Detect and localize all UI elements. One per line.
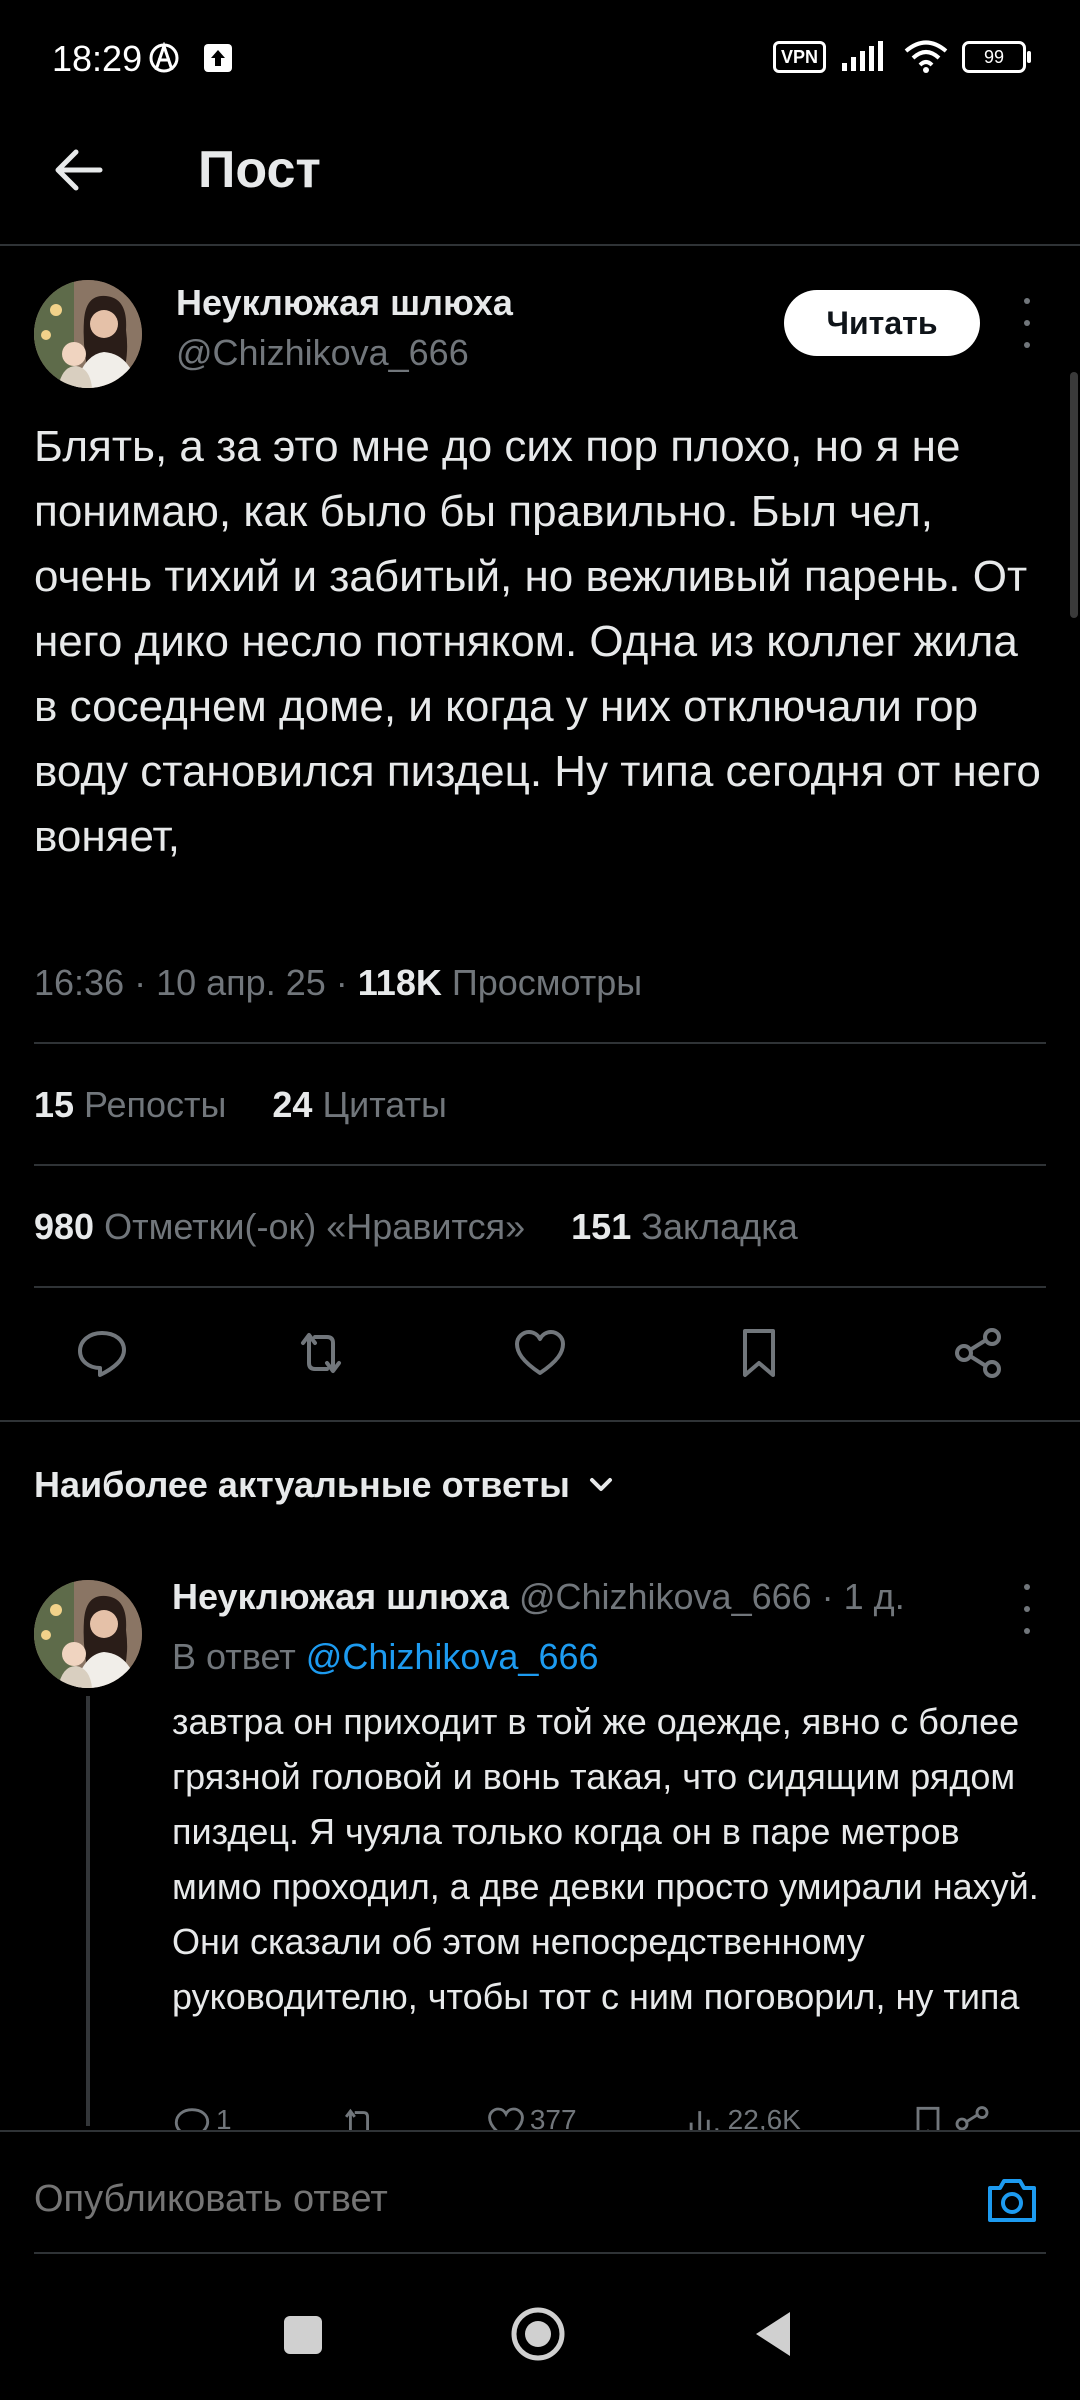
author-handle[interactable]: @Chizhikova_666 — [176, 332, 469, 374]
post-meta: 16:36 · 10 апр. 25 · 118K Просмотры — [34, 962, 643, 1003]
upload-notification-icon — [204, 44, 232, 72]
reply-reply-action[interactable]: 1 — [172, 2104, 232, 2130]
reply-replies-count: 1 — [216, 2104, 232, 2130]
reply-bookmark-action[interactable] — [908, 2104, 992, 2130]
quotes-label[interactable]: Цитаты — [322, 1084, 446, 1125]
reply-to-handle-link[interactable]: @Chizhikova_666 — [306, 1636, 599, 1677]
reply-icon[interactable] — [74, 1325, 130, 1381]
reposts-count[interactable]: 15 — [34, 1084, 74, 1125]
compose-divider — [0, 2130, 1080, 2132]
home-button-icon[interactable] — [510, 2306, 566, 2362]
repost-quote-stats: 15 Репосты 24 Цитаты — [34, 1084, 447, 1126]
repost-icon[interactable] — [293, 1325, 349, 1381]
system-back-icon[interactable] — [750, 2306, 796, 2362]
reply-likes-count: 377 — [529, 2104, 577, 2130]
reply-author-name[interactable]: Неуклюжая шлюха — [172, 1576, 509, 1617]
bookmarks-label[interactable]: Закладка — [641, 1206, 798, 1247]
avatar[interactable] — [34, 280, 142, 388]
author-name[interactable]: Неуклюжая шлюха — [176, 282, 513, 324]
page-title: Пост — [198, 141, 321, 199]
reply-text: завтра он приходит в той же одежде, явно… — [172, 1701, 1039, 2017]
thread-line — [86, 1696, 90, 2126]
recent-apps-button[interactable] — [284, 2316, 322, 2354]
reply-action-bar: 1 377 22,6K — [172, 2104, 992, 2130]
views-label: Просмотры — [451, 962, 643, 1003]
wifi-icon — [904, 40, 948, 73]
reply-to: В ответ @Chizhikova_666 — [172, 1636, 599, 1678]
reply-age: · 1 д. — [821, 1576, 905, 1617]
reply-more-options-icon[interactable] — [1012, 1584, 1042, 1634]
likes-bookmarks-stats: 980 Отметки(-ок) «Нравится» 151 Закладка — [34, 1206, 798, 1248]
post-time: 16:36 — [34, 962, 125, 1003]
reply-header: Неуклюжая шлюха @Chizhikova_666 · 1 д. — [172, 1576, 905, 1618]
status-time: 18:29 — [52, 38, 143, 79]
reply-sort-label: Наиболее актуальные ответы — [34, 1464, 570, 1505]
status-icons: VPN 99 — [772, 40, 1031, 74]
back-arrow-icon[interactable] — [48, 140, 108, 200]
reply-author-handle[interactable]: @Chizhikova_666 — [519, 1576, 812, 1617]
divider — [34, 1164, 1046, 1166]
reply-repost-action[interactable] — [339, 2104, 379, 2130]
chevron-down-icon — [589, 1478, 612, 1491]
bookmarks-count[interactable]: 151 — [571, 1206, 631, 1247]
reply-compose-input[interactable] — [34, 2178, 934, 2221]
signal-icon — [842, 41, 883, 71]
battery-indicator: 99 — [962, 41, 1031, 73]
reply-like-action[interactable]: 377 — [486, 2104, 577, 2130]
reposts-label[interactable]: Репосты — [84, 1084, 226, 1125]
like-heart-icon — [487, 2107, 524, 2130]
scrollbar[interactable] — [1070, 372, 1078, 618]
likes-count[interactable]: 980 — [34, 1206, 94, 1247]
share-icon[interactable] — [950, 1325, 1006, 1381]
vpn-badge: VPN — [772, 41, 826, 73]
views-count: 118K — [357, 962, 442, 1003]
divider — [34, 1286, 1046, 1288]
camera-icon[interactable] — [984, 2172, 1040, 2228]
compose-underline — [34, 2252, 1046, 2254]
reply-views-action[interactable]: 22,6K — [684, 2104, 801, 2130]
divider — [0, 1420, 1080, 1422]
post-date: 10 апр. 25 — [156, 962, 326, 1003]
quotes-count[interactable]: 24 — [272, 1084, 312, 1125]
bookmark-icon[interactable] — [731, 1325, 787, 1381]
views-chart-icon — [689, 2111, 718, 2130]
share-icon — [955, 2106, 989, 2130]
more-options-icon[interactable] — [1012, 298, 1042, 348]
likes-label[interactable]: Отметки(-ок) «Нравится» — [104, 1206, 525, 1247]
divider — [34, 1042, 1046, 1044]
like-heart-icon[interactable] — [512, 1325, 568, 1381]
reply-sort-dropdown[interactable]: Наиболее актуальные ответы — [34, 1464, 616, 1506]
post-text: Блять, а за это мне до сих пор плохо, но… — [34, 422, 1041, 861]
repost-icon — [344, 2108, 369, 2130]
reply-to-prefix: В ответ — [172, 1636, 296, 1677]
header-divider — [0, 244, 1080, 246]
anarchy-icon — [149, 42, 179, 73]
bookmark-icon — [916, 2106, 940, 2130]
reply-views-count: 22,6K — [727, 2104, 801, 2130]
follow-button[interactable]: Читать — [784, 290, 980, 356]
reply-icon — [174, 2108, 210, 2130]
post-action-bar — [34, 1318, 1046, 1388]
reply-avatar[interactable] — [34, 1580, 142, 1688]
